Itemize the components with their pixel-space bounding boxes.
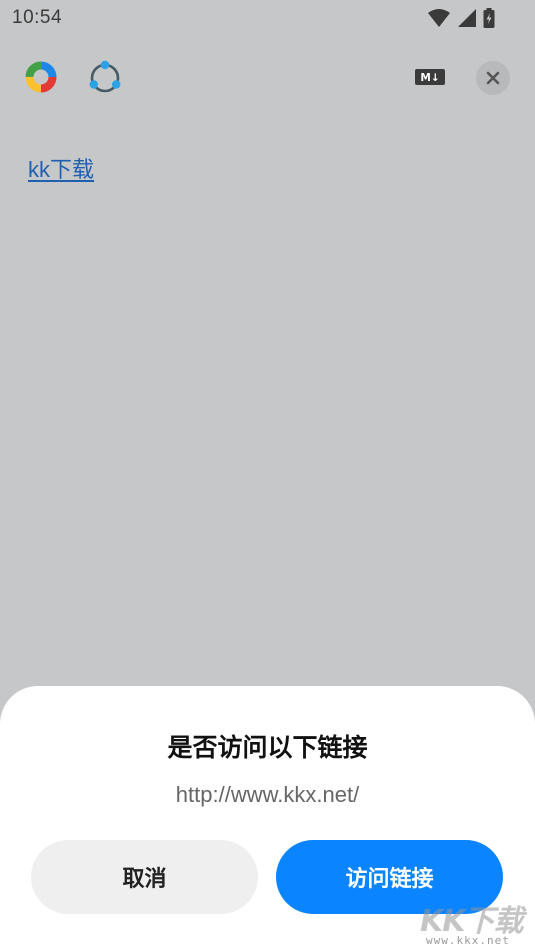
markdown-label: M↓ (420, 72, 439, 84)
dialog-title: 是否访问以下链接 (167, 733, 368, 762)
battery-charging-icon (483, 8, 495, 28)
color-ring-logo-icon[interactable] (24, 60, 58, 94)
close-button[interactable] (476, 61, 510, 95)
status-time: 10:54 (12, 7, 63, 28)
watermark: KK下载 www.kkx.net (420, 896, 530, 948)
share-nodes-icon[interactable] (86, 59, 124, 97)
toolbar: M↓ (0, 50, 535, 106)
watermark-url: www.kkx.net (426, 934, 510, 947)
content-link[interactable]: kk下载 (28, 152, 94, 184)
markdown-icon[interactable]: M↓ (415, 69, 445, 85)
close-icon (486, 71, 500, 85)
status-bar: 10:54 (0, 0, 535, 36)
cancel-button[interactable]: 取消 (31, 840, 258, 914)
wifi-icon (428, 9, 450, 27)
signal-icon (458, 9, 476, 27)
dialog-url: http://www.kkx.net/ (175, 782, 360, 807)
status-icons (427, 8, 495, 28)
